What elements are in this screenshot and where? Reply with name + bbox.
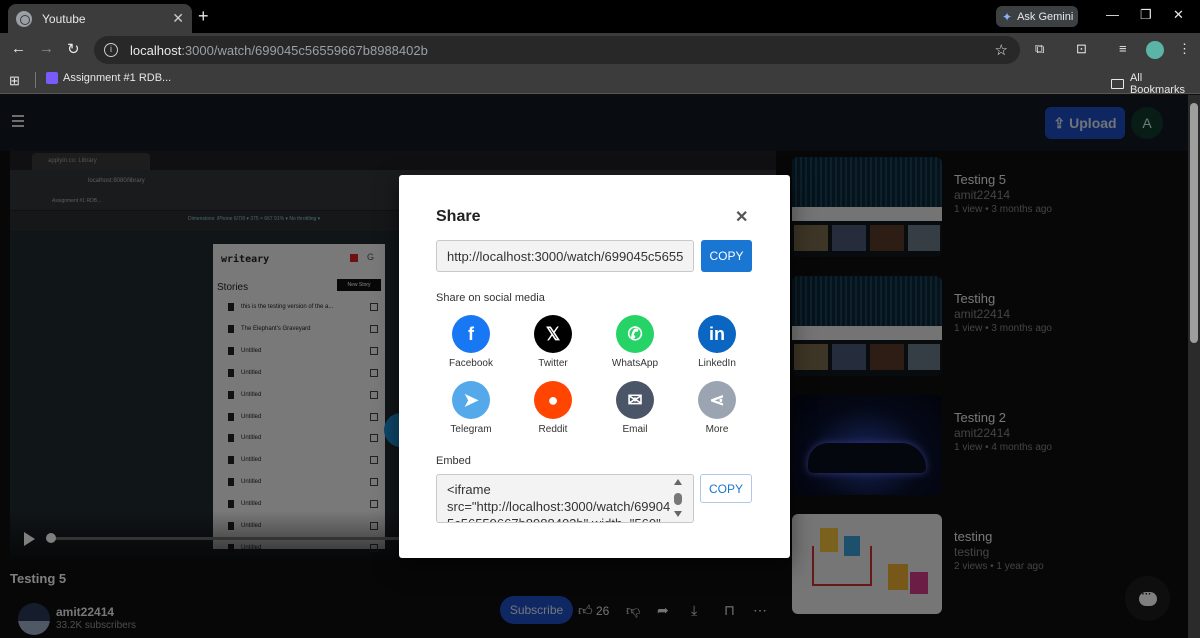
email-icon: ✉: [616, 381, 654, 419]
copy-embed-button[interactable]: COPY: [700, 474, 752, 503]
scroll-down-icon[interactable]: [674, 511, 682, 517]
new-tab-button[interactable]: +: [198, 6, 209, 27]
browser-tab-strip: Youtube ✕ + ✦ Ask Gemini — ❐ ✕: [0, 0, 1200, 33]
whatsapp-icon: ✆: [616, 315, 654, 353]
close-icon[interactable]: ✕: [735, 207, 748, 227]
share-title: Share: [436, 208, 481, 225]
bookmarks-bar: ⊞ Assignment #1 RDB... All Bookmarks: [0, 67, 1200, 96]
bookmark-label: Assignment #1 RDB...: [63, 72, 172, 84]
browser-menu-icon[interactable]: ⋮: [1178, 41, 1191, 57]
all-bookmarks-label: All Bookmarks: [1129, 72, 1185, 96]
globe-icon: [16, 10, 32, 27]
tab-title: Youtube: [42, 11, 86, 26]
share-url-field[interactable]: [436, 240, 694, 272]
share-label: LinkedIn: [698, 358, 736, 369]
share-label: Twitter: [538, 358, 568, 369]
extensions-icon[interactable]: ⧉: [1035, 41, 1044, 57]
ask-gemini-button[interactable]: ✦ Ask Gemini: [996, 6, 1078, 27]
tab-close-icon[interactable]: ✕: [172, 10, 184, 27]
share-label: More: [705, 424, 729, 435]
social-heading: Share on social media: [436, 292, 545, 304]
all-bookmarks-button[interactable]: All Bookmarks: [1111, 72, 1200, 96]
linkedin-icon: in: [698, 315, 736, 353]
url-path: :3000/watch/699045c56559667b8988402b: [181, 42, 428, 58]
browser-toolbar: ← → ↻ i localhost :3000/watch/699045c565…: [0, 33, 1200, 67]
window-close-icon[interactable]: ✕: [1173, 7, 1184, 23]
media-queue-icon[interactable]: ≡: [1119, 41, 1127, 56]
restore-icon[interactable]: ❐: [1140, 7, 1152, 23]
facebook-icon: f: [452, 315, 490, 353]
profile-avatar[interactable]: [1146, 41, 1164, 59]
browser-tab[interactable]: Youtube ✕: [8, 4, 192, 33]
bookmarks-divider: [35, 72, 36, 88]
ask-gemini-label: Ask Gemini: [1017, 10, 1074, 23]
share-label: Facebook: [449, 358, 493, 369]
share-twitter-button[interactable]: 𝕏 Twitter: [518, 315, 588, 375]
embed-code-field[interactable]: [436, 474, 694, 523]
apps-grid-icon[interactable]: ⊞: [9, 73, 20, 89]
back-arrow-icon[interactable]: ←: [11, 40, 26, 57]
folder-icon: [1111, 79, 1124, 89]
share-whatsapp-button[interactable]: ✆ WhatsApp: [600, 315, 670, 375]
scrollbar-thumb[interactable]: [1190, 103, 1198, 343]
bookmark-assignment[interactable]: Assignment #1 RDB...: [46, 72, 171, 84]
share-dialog: Share ✕ COPY Share on social media f Face…: [399, 175, 790, 558]
page-scrollbar[interactable]: [1188, 95, 1200, 638]
embed-heading: Embed: [436, 455, 471, 467]
url-host: localhost: [130, 42, 182, 58]
bookmark-favicon-icon: [46, 72, 58, 84]
cast-search-icon[interactable]: ⊡: [1076, 41, 1087, 57]
scroll-thumb[interactable]: [674, 493, 682, 505]
share-email-button[interactable]: ✉ Email: [600, 381, 670, 441]
share-linkedin-button[interactable]: in LinkedIn: [682, 315, 752, 375]
minimize-icon[interactable]: —: [1106, 7, 1119, 22]
telegram-icon: ➤: [452, 381, 490, 419]
address-bar[interactable]: i localhost :3000/watch/699045c56559667b…: [94, 36, 1020, 64]
embed-scrollbar[interactable]: [672, 479, 684, 519]
more-icon: ⋖: [698, 381, 736, 419]
forward-arrow-icon[interactable]: →: [39, 40, 54, 57]
reload-icon[interactable]: ↻: [67, 40, 80, 58]
reddit-icon: ●: [534, 381, 572, 419]
share-telegram-button[interactable]: ➤ Telegram: [436, 381, 506, 441]
share-facebook-button[interactable]: f Facebook: [436, 315, 506, 375]
share-reddit-button[interactable]: ● Reddit: [518, 381, 588, 441]
share-label: Reddit: [538, 424, 568, 435]
site-info-icon[interactable]: i: [104, 43, 118, 57]
share-label: Email: [622, 424, 648, 435]
bookmark-star-icon[interactable]: ☆: [995, 41, 1008, 59]
twitter-icon: 𝕏: [534, 315, 572, 353]
share-more-button[interactable]: ⋖ More: [682, 381, 752, 441]
gemini-sparkle-icon: ✦: [1002, 9, 1013, 24]
share-label: WhatsApp: [611, 358, 659, 369]
copy-url-button[interactable]: COPY: [701, 240, 752, 272]
share-label: Telegram: [450, 424, 492, 435]
scroll-up-icon[interactable]: [674, 479, 682, 485]
